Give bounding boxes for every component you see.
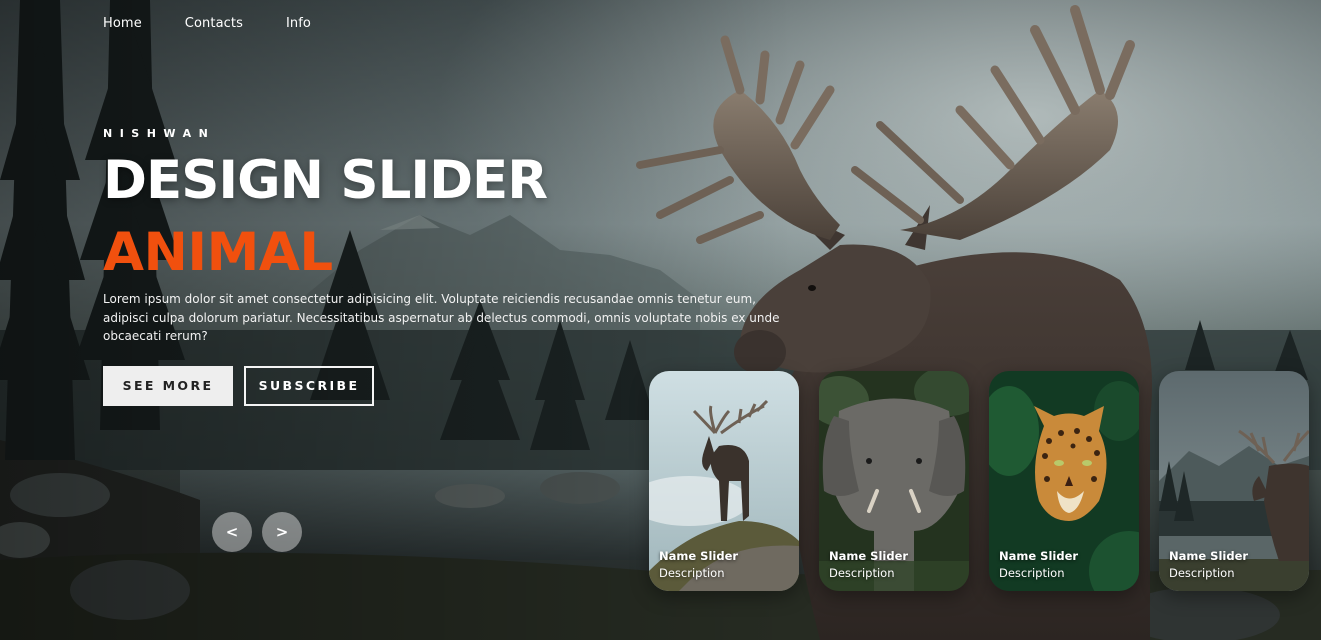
thumbnail-description: Description: [1169, 566, 1235, 580]
hero-content: NISHWAN DESIGN SLIDER ANIMAL Lorem ipsum…: [103, 127, 803, 406]
thumbnail-description: Description: [829, 566, 895, 580]
thumbnail-list: Name Slider Description Name Slider Desc…: [649, 371, 1309, 591]
next-arrow-button[interactable]: >: [262, 512, 302, 552]
thumbnail-title: Name Slider: [1169, 549, 1249, 563]
thumbnail-description: Description: [999, 566, 1065, 580]
thumbnail-description: Description: [659, 566, 725, 580]
subscribe-button[interactable]: SUBSCRIBE: [244, 365, 374, 406]
thumbnail-caption: Name Slider Description: [659, 549, 738, 580]
thumbnail-caption: Name Slider Description: [1169, 549, 1248, 580]
thumbnail-item[interactable]: Name Slider Description: [1159, 371, 1309, 591]
thumbnail-title: Name Slider: [999, 549, 1079, 563]
thumbnail-item[interactable]: Name Slider Description: [989, 371, 1139, 591]
hero-topic: ANIMAL: [103, 222, 333, 283]
thumbnail-caption: Name Slider Description: [829, 549, 908, 580]
thumbnail-item[interactable]: Name Slider Description: [649, 371, 799, 591]
hero-title: DESIGN SLIDER: [103, 150, 548, 211]
thumbnail-item[interactable]: Name Slider Description: [819, 371, 969, 591]
thumbnail-caption: Name Slider Description: [999, 549, 1078, 580]
nav-link-info[interactable]: Info: [286, 16, 311, 31]
top-navigation: Home Contacts Info: [103, 16, 311, 31]
slider-arrows: < >: [212, 512, 302, 552]
see-more-button[interactable]: SEE MORE: [103, 365, 233, 406]
nav-link-contacts[interactable]: Contacts: [185, 16, 243, 31]
hero-author: NISHWAN: [103, 127, 216, 140]
thumbnail-title: Name Slider: [659, 549, 739, 563]
thumbnail-title: Name Slider: [829, 549, 909, 563]
nav-link-home[interactable]: Home: [103, 16, 142, 31]
prev-arrow-button[interactable]: <: [212, 512, 252, 552]
hero-description: Lorem ipsum dolor sit amet consectetur a…: [103, 292, 780, 343]
